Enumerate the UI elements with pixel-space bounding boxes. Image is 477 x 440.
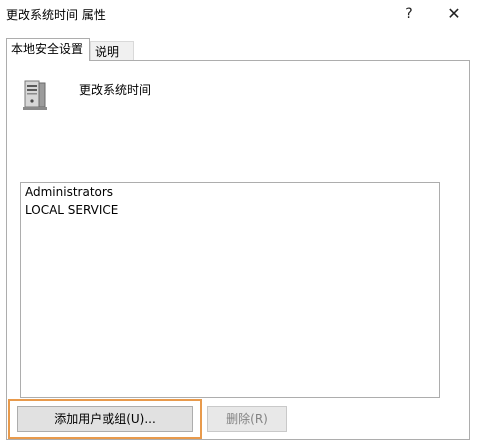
list-item[interactable]: LOCAL SERVICE [21, 201, 439, 219]
tab-local-security-setting[interactable]: 本地安全设置 [6, 38, 90, 61]
tab-explain[interactable]: 说明 [90, 41, 134, 61]
window-title: 更改系统时间 属性 [6, 8, 106, 22]
computer-tower-icon [23, 80, 47, 110]
properties-dialog: 更改系统时间 属性 ? ✕ 本地安全设置 说明 更改系统时间 Administr… [0, 0, 477, 440]
list-item[interactable]: Administrators [21, 183, 439, 201]
add-user-or-group-button[interactable]: 添加用户或组(U)... [17, 406, 193, 432]
remove-button[interactable]: 删除(R) [207, 406, 287, 432]
help-icon[interactable]: ? [398, 3, 420, 25]
policy-name: 更改系统时间 [79, 83, 152, 97]
members-listbox[interactable]: Administrators LOCAL SERVICE [20, 182, 440, 398]
tab-panel: 更改系统时间 Administrators LOCAL SERVICE [6, 60, 470, 440]
close-icon[interactable]: ✕ [442, 3, 466, 25]
title-bar[interactable]: 更改系统时间 属性 ? ✕ [0, 0, 477, 30]
